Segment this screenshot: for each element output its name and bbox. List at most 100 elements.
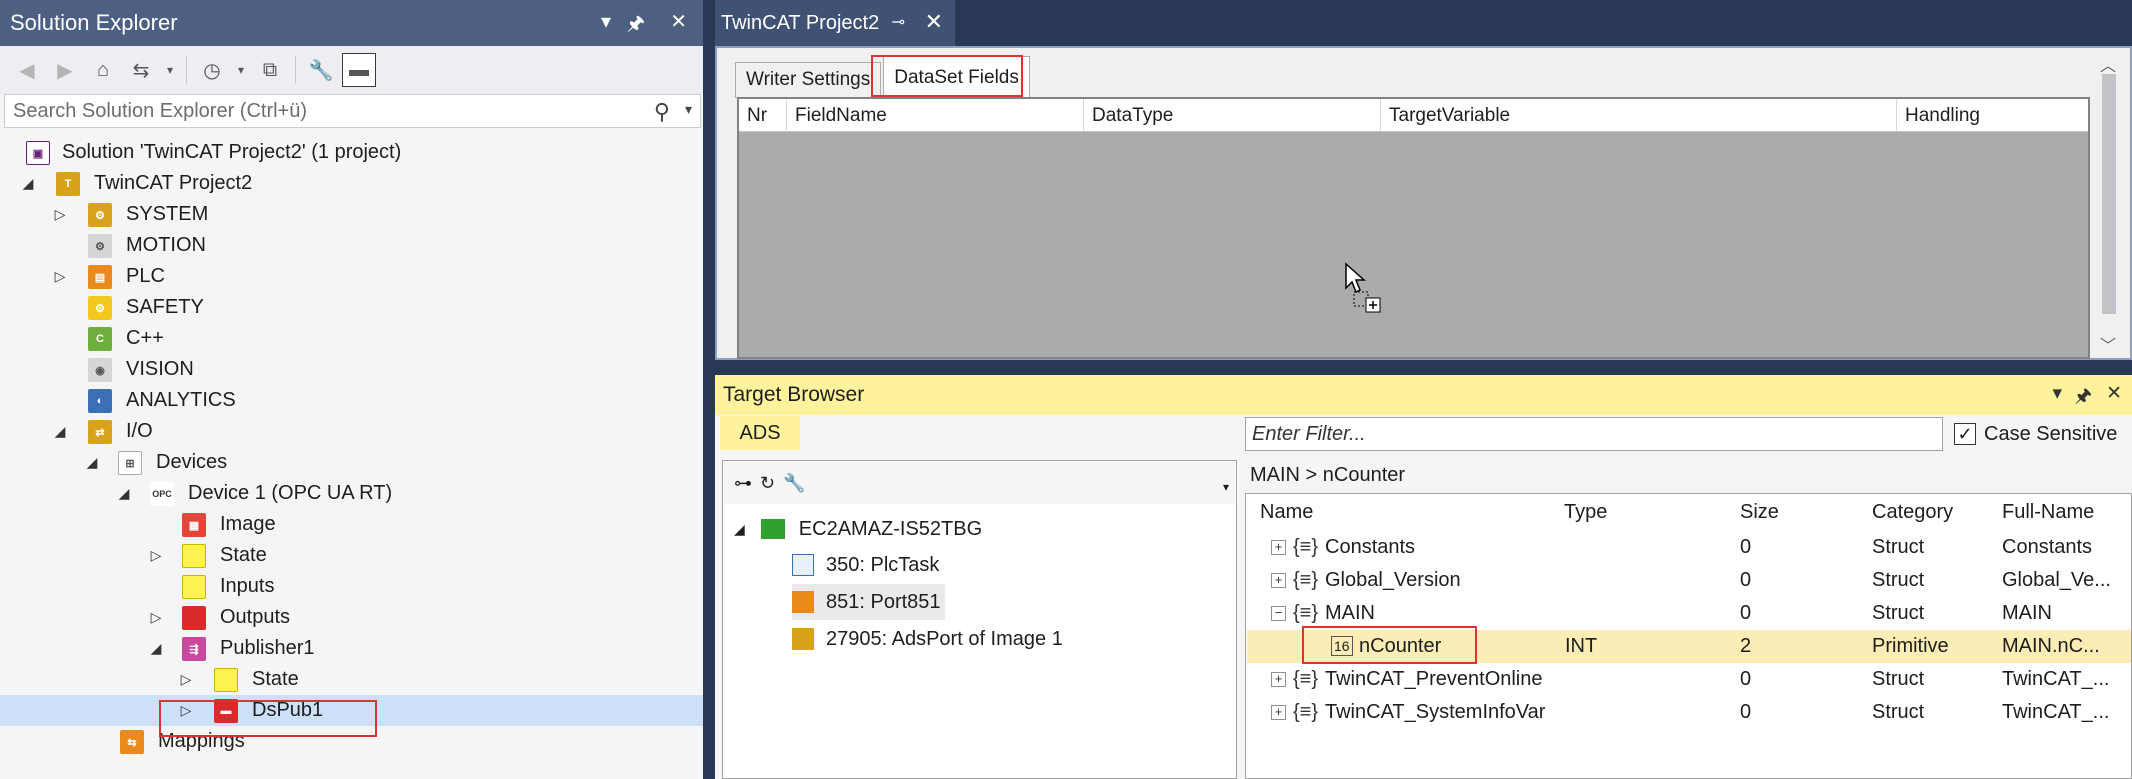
solution-explorer-title-bar: Solution Explorer ▾ 🖈 ✕ (0, 0, 703, 46)
tree-item-state[interactable]: ▷ State (0, 540, 703, 571)
computer-icon (760, 519, 785, 539)
target-tree-item-ec2amaz[interactable]: ◢ EC2AMAZ-IS52TBG (734, 511, 982, 547)
scrollbar-thumb[interactable] (2102, 74, 2116, 314)
column-header-category[interactable]: Category (1872, 494, 1953, 530)
table-row[interactable]: + {≡} TwinCAT_PreventOnline 0 Struct Twi… (1247, 663, 2131, 696)
collapse-all-icon[interactable]: ⧉ (253, 53, 287, 87)
io-icon: ⇄ (88, 420, 112, 444)
tree-item-devices[interactable]: ◢ ⊞ Devices (0, 447, 703, 478)
tree-item-publisher1[interactable]: ◢ ⇶ Publisher1 (0, 633, 703, 664)
expand-arrow-icon[interactable]: ▷ (148, 609, 164, 626)
pending-changes-dropdown-icon[interactable]: ▾ (233, 53, 249, 87)
expand-arrow-icon[interactable]: ▷ (178, 671, 194, 688)
close-tab-icon[interactable]: ✕ (925, 9, 943, 35)
refresh-icon[interactable]: ↻ (760, 473, 775, 494)
collapse-arrow-icon[interactable]: ◢ (734, 521, 745, 538)
pending-changes-icon[interactable]: ◷ (195, 53, 229, 87)
table-row[interactable]: + {≡} TwinCAT_SystemInfoVar 0 Struct Twi… (1247, 696, 2131, 729)
table-row[interactable]: + {≡} Global_Version 0 Struct Global_Ve.… (1247, 564, 2131, 597)
collapse-arrow-icon[interactable]: ◢ (116, 485, 132, 502)
tree-item-vision[interactable]: ◉ VISION (0, 354, 703, 385)
switch-views-dropdown-icon[interactable]: ▾ (162, 53, 178, 87)
document-tab[interactable]: TwinCAT Project2 ⊸ ✕ (715, 0, 955, 46)
tree-item-inputs[interactable]: Inputs (0, 571, 703, 602)
document-vertical-scrollbar[interactable]: ︿ ﹀ (2096, 50, 2122, 356)
expand-arrow-icon[interactable]: ▷ (148, 547, 164, 564)
close-icon[interactable]: ✕ (670, 9, 687, 34)
expand-arrow-icon[interactable]: ▷ (52, 268, 68, 285)
window-position-dropdown-icon[interactable]: ▾ (601, 9, 611, 34)
tree-item-publisher-state[interactable]: ▷ State (0, 664, 703, 695)
case-sensitive-option[interactable]: ✓ Case Sensitive (1954, 419, 2117, 449)
twincat-project-icon: T (56, 172, 80, 196)
target-tree-item-adsport[interactable]: 27905: AdsPort of Image 1 (792, 621, 1063, 657)
target-tree-toolbar: ⊶ ↻ 🔧 ▾ (724, 462, 1235, 504)
solution-explorer-search-input[interactable]: Search Solution Explorer (Ctrl+ü) ⚲ ▾ (4, 94, 701, 128)
scroll-down-icon[interactable]: ﹀ (2100, 332, 2116, 356)
tree-item-plc[interactable]: ▷ ▤ PLC (0, 261, 703, 292)
target-tree-item-plctask[interactable]: 350: PlcTask (792, 547, 939, 583)
settings-wrench-icon[interactable]: 🔧 (783, 473, 805, 494)
pin-icon[interactable]: 🖈 (627, 9, 646, 43)
tree-item-motion[interactable]: ⚙ MOTION (0, 230, 703, 261)
collapse-arrow-icon[interactable]: ◢ (84, 454, 100, 471)
toolbar-separator (186, 56, 187, 84)
tree-item-image[interactable]: ▦ Image (0, 509, 703, 540)
column-header-handling[interactable]: Handling (1897, 99, 2088, 132)
collapse-minus-icon[interactable]: − (1271, 606, 1286, 621)
tree-item-device-1[interactable]: ◢ OPC Device 1 (OPC UA RT) (0, 478, 703, 509)
expand-plus-icon[interactable]: + (1271, 573, 1286, 588)
preview-selected-items-icon[interactable]: ▬ (342, 53, 376, 87)
search-icon[interactable]: ⚲ (654, 99, 670, 125)
tab-writer-settings[interactable]: Writer Settings (735, 62, 882, 98)
expand-arrow-icon[interactable]: ▷ (52, 206, 68, 223)
column-header-name[interactable]: Name (1260, 494, 1313, 530)
tree-item-solution[interactable]: ▣ Solution 'TwinCAT Project2' (1 project… (0, 137, 703, 168)
column-header-size[interactable]: Size (1740, 494, 1779, 530)
window-position-dropdown-icon[interactable]: ▾ (2052, 382, 2062, 405)
properties-wrench-icon[interactable]: 🔧 (304, 53, 338, 87)
cpp-icon: C (88, 327, 112, 351)
switch-views-icon[interactable]: ⇆ (124, 53, 158, 87)
column-header-full-name[interactable]: Full-Name (2002, 494, 2094, 530)
tree-item-system[interactable]: ▷ ⚙ SYSTEM (0, 199, 703, 230)
expand-plus-icon[interactable]: + (1271, 540, 1286, 555)
collapse-arrow-icon[interactable]: ◢ (148, 640, 164, 657)
network-icon[interactable]: ⊶ (734, 473, 752, 494)
pin-tab-icon[interactable]: ⊸ (892, 12, 905, 32)
state-folder-icon (182, 544, 206, 568)
column-header-targetvariable[interactable]: TargetVariable (1381, 99, 1897, 132)
struct-icon: {≡} (1293, 536, 1319, 558)
column-header-type[interactable]: Type (1564, 494, 1607, 530)
toolbar-overflow-icon[interactable]: ▾ (1223, 480, 1229, 494)
column-header-datatype[interactable]: DataType (1084, 99, 1381, 132)
forward-icon[interactable]: ▶ (48, 53, 82, 87)
close-icon[interactable]: ✕ (2106, 382, 2122, 405)
table-row[interactable]: + {≡} Constants 0 Struct Constants (1247, 531, 2131, 564)
collapse-arrow-icon[interactable]: ◢ (52, 423, 68, 440)
scroll-up-icon[interactable]: ︿ (2100, 52, 2116, 76)
search-options-dropdown-icon[interactable]: ▾ (685, 101, 692, 118)
solution-explorer-toolbar: ◀ ▶ ⌂ ⇆ ▾ ◷ ▾ ⧉ 🔧 ▬ (0, 46, 703, 94)
target-tree-item-port851[interactable]: 851: Port851 (792, 584, 945, 620)
home-icon[interactable]: ⌂ (86, 53, 120, 87)
panel-splitter[interactable] (703, 0, 715, 779)
column-header-fieldname[interactable]: FieldName (787, 99, 1084, 132)
filter-input[interactable]: Enter Filter... (1245, 417, 1943, 451)
tree-item-io[interactable]: ◢ ⇄ I/O (0, 416, 703, 447)
pin-icon[interactable]: 🖈 (2074, 382, 2092, 414)
tree-item-outputs[interactable]: ▷ Outputs (0, 602, 703, 633)
tab-ads[interactable]: ADS (720, 416, 800, 450)
expand-plus-icon[interactable]: + (1271, 705, 1286, 720)
back-icon[interactable]: ◀ (10, 53, 44, 87)
collapse-arrow-icon[interactable]: ◢ (20, 175, 36, 192)
dataset-fields-highlight-box (871, 55, 1023, 97)
tree-item-safety[interactable]: ⚙ SAFETY (0, 292, 703, 323)
tree-item-cpp[interactable]: C C++ (0, 323, 703, 354)
column-header-nr[interactable]: Nr (739, 99, 787, 132)
dataset-fields-grid[interactable] (737, 97, 2090, 359)
case-sensitive-checkbox[interactable]: ✓ (1954, 423, 1976, 445)
tree-item-analytics[interactable]: ◐ ANALYTICS (0, 385, 703, 416)
expand-plus-icon[interactable]: + (1271, 672, 1286, 687)
tree-item-project[interactable]: ◢ T TwinCAT Project2 (0, 168, 703, 199)
